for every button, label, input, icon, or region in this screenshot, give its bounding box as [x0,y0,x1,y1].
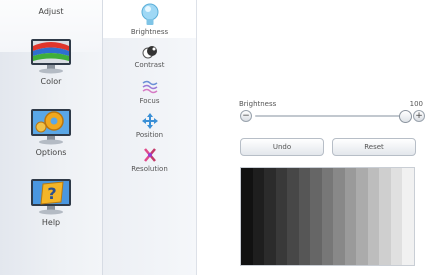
help-monitor-icon: ? [31,179,71,215]
color-monitor-icon [31,39,71,74]
brightness-panel: Brightness 100 − + Undo Reset [197,0,431,275]
brightness-slider-thumb[interactable] [399,110,412,123]
submenu-brightness[interactable]: Brightness [103,0,196,38]
grayscale-bar [310,168,322,265]
brightness-value: 100 [409,100,423,108]
grayscale-bar [275,168,288,265]
category-label-color: Color [40,77,62,86]
submenu-label-brightness: Brightness [130,28,169,36]
brightness-decrease-button[interactable]: − [240,110,252,122]
submenu-position[interactable]: Position [103,113,196,143]
position-arrows-icon [141,113,158,129]
submenu-contrast[interactable]: Contrast [103,45,196,75]
grayscale-test-pattern [240,167,415,266]
reset-button[interactable]: Reset [332,138,416,156]
grayscale-bar [344,168,357,265]
grayscale-bar [298,168,311,265]
grayscale-bar [333,168,345,265]
brightness-label: Brightness [239,100,277,108]
contrast-icon [142,46,157,59]
submenu-label-contrast: Contrast [134,61,165,69]
brightness-slider-track[interactable] [255,115,405,117]
grayscale-bar [252,168,265,265]
category-label-adjust: Adjust [38,7,64,16]
grayscale-bar [367,168,380,265]
submenu-focus[interactable]: Focus [103,79,196,109]
category-label-options: Options [35,148,67,157]
grayscale-bar [356,168,368,265]
category-label-help: Help [41,218,61,227]
submenu-label-resolution: Resolution [131,165,168,173]
focus-waves-icon [142,80,157,94]
options-monitor-icon [31,109,71,145]
resolution-icon [143,148,156,162]
lightbulb-icon [141,3,158,25]
grayscale-bar [379,168,391,265]
grayscale-bar [321,168,334,265]
grayscale-bar [402,168,414,265]
grayscale-bar [287,168,299,265]
submenu-label-focus: Focus [139,97,160,105]
category-options[interactable]: Options [0,106,102,176]
grayscale-bar [390,168,403,265]
undo-button[interactable]: Undo [240,138,324,156]
grayscale-bar [264,168,276,265]
grayscale-bar [241,168,253,265]
adjust-submenu: Brightness Contrast Focus Position Resol… [103,0,197,275]
svg-text:?: ? [47,184,56,203]
submenu-label-position: Position [135,131,164,139]
adjust-monitor-icon [28,0,74,2]
category-sidebar: Adjust Color Options ? Help [0,0,103,275]
submenu-resolution[interactable]: Resolution [103,147,196,177]
brightness-increase-button[interactable]: + [413,110,425,122]
category-help[interactable]: ? Help [0,176,102,246]
category-color[interactable]: Color [0,36,102,106]
